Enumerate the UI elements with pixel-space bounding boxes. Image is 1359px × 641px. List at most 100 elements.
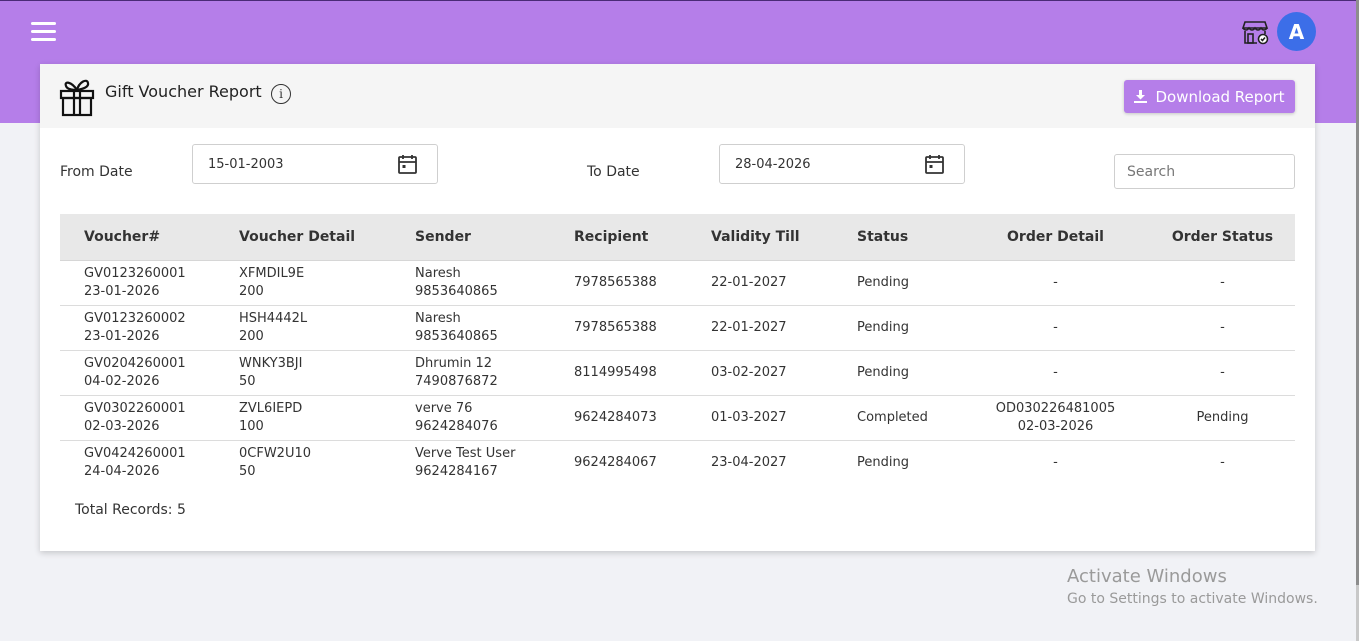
watermark-title: Activate Windows (1067, 566, 1227, 587)
to-date-input[interactable]: 28-04-2026 (719, 144, 965, 184)
voucher-cell: GV0123260001 23-01-2026 (60, 260, 215, 306)
order-status-cell: - (1150, 260, 1295, 306)
recipient-cell: 7978565388 (550, 305, 687, 351)
recipient-cell: 9624284067 (574, 454, 657, 470)
voucher-code: XFMDIL9E (239, 265, 305, 281)
order-detail-cell: - (961, 305, 1150, 351)
sender-name: Naresh (415, 265, 461, 281)
sender-cell: Naresh 9853640865 (391, 305, 550, 351)
recipient-cell: 9624284073 (550, 395, 687, 441)
voucher-amount: 50 (239, 463, 256, 479)
sender-cell: verve 76 9624284076 (391, 395, 550, 441)
sender-name: verve 76 (415, 400, 473, 416)
validity-cell: 22-01-2027 (687, 305, 833, 351)
order-id: - (1053, 454, 1058, 470)
order-status-cell: Pending (1150, 395, 1295, 441)
calendar-icon[interactable] (925, 154, 944, 174)
status-cell: Pending (857, 454, 909, 470)
voucher-cell: GV0302260001 02-03-2026 (60, 395, 215, 441)
voucher-amount: 50 (239, 373, 256, 389)
order-detail-cell: - (961, 350, 1150, 396)
download-report-label: Download Report (1155, 87, 1285, 106)
recipient-cell: 8114995498 (550, 350, 687, 396)
calendar-icon[interactable] (398, 154, 417, 174)
status-cell: Pending (833, 305, 961, 351)
search-input[interactable] (1114, 154, 1295, 189)
voucher-amount: 200 (239, 328, 264, 344)
voucher-cell: GV0424260001 24-04-2026 (60, 440, 215, 485)
sender-phone: 9853640865 (415, 328, 498, 344)
validity-cell: 23-04-2027 (711, 454, 787, 470)
page-title: Gift Voucher Report (105, 82, 262, 101)
download-icon (1134, 90, 1148, 103)
voucher-date: 04-02-2026 (84, 373, 160, 389)
voucher-detail-cell: WNKY3BJI 50 (215, 350, 391, 396)
recipient-cell: 7978565388 (550, 260, 687, 306)
status-cell: Pending (833, 350, 961, 396)
windows-activation-watermark: Activate Windows Go to Settings to activ… (1067, 566, 1318, 607)
order-status-cell: - (1220, 454, 1225, 470)
voucher-code: 0CFW2U10 (239, 445, 312, 461)
voucher-number: GV0302260001 (84, 400, 186, 416)
store-settings-icon[interactable] (1241, 19, 1270, 45)
column-header-validity[interactable]: Validity Till (687, 214, 833, 261)
sender-name: Verve Test User (415, 445, 516, 461)
voucher-detail-cell: ZVL6IEPD 100 (215, 395, 391, 441)
sender-name: Dhrumin 12 (415, 355, 493, 371)
column-header-status[interactable]: Status (833, 214, 961, 261)
column-header-voucher[interactable]: Voucher# (60, 214, 215, 261)
download-report-button[interactable]: Download Report (1124, 80, 1295, 113)
voucher-detail-cell: 0CFW2U10 50 (215, 440, 391, 485)
total-records: Total Records: 5 (75, 502, 186, 518)
voucher-amount: 200 (239, 283, 264, 299)
validity-cell: 22-01-2027 (687, 260, 833, 306)
validity-cell: 01-03-2027 (687, 395, 833, 441)
to-date-label: To Date (587, 164, 640, 180)
voucher-number: GV0424260001 (84, 445, 186, 461)
table-row: GV0123260002 23-01-2026 HSH4442L 200 Nares… (60, 305, 1295, 351)
voucher-code: ZVL6IEPD (239, 400, 303, 416)
column-header-sender[interactable]: Sender (391, 214, 550, 261)
from-date-label: From Date (60, 164, 133, 180)
info-icon[interactable]: i (271, 84, 291, 104)
from-date-input[interactable]: 15-01-2003 (192, 144, 438, 184)
order-detail-cell: - (961, 260, 1150, 306)
to-date-value: 28-04-2026 (735, 157, 811, 172)
card-header: Gift Voucher Report i Download Report (40, 64, 1315, 128)
column-header-order-status[interactable]: Order Status (1150, 214, 1295, 261)
sender-phone: 9853640865 (415, 283, 498, 299)
column-header-order-detail[interactable]: Order Detail (961, 214, 1150, 261)
voucher-date: 23-01-2026 (84, 328, 160, 344)
voucher-code: WNKY3BJI (239, 355, 303, 371)
voucher-number: GV0123260002 (84, 310, 186, 326)
voucher-code: HSH4442L (239, 310, 308, 326)
table-row: GV0424260001 24-04-2026 0CFW2U10 50 Verve … (60, 440, 1295, 485)
order-id: - (1053, 364, 1058, 380)
voucher-amount: 100 (239, 418, 264, 434)
order-detail-cell: OD030226481005 02-03-2026 (961, 395, 1150, 441)
order-date: 02-03-2026 (1017, 418, 1094, 434)
order-detail-cell: - (961, 440, 1150, 485)
hamburger-menu-icon[interactable] (31, 22, 56, 42)
sender-cell: Verve Test User 9624284167 (391, 440, 550, 485)
order-id: OD030226481005 (995, 400, 1116, 416)
order-status-cell: - (1150, 350, 1295, 396)
status-cell: Pending (833, 260, 961, 306)
gift-icon (59, 77, 95, 117)
order-id: - (1053, 319, 1058, 335)
voucher-date: 24-04-2026 (84, 463, 160, 479)
avatar[interactable]: A (1277, 12, 1316, 51)
report-card: Gift Voucher Report i Download Report Fr… (40, 64, 1315, 551)
column-header-voucher-detail[interactable]: Voucher Detail (215, 214, 391, 261)
table-header-row: Voucher# Voucher Detail Sender Recipient… (60, 214, 1295, 261)
column-header-recipient[interactable]: Recipient (550, 214, 687, 261)
watermark-subtitle: Go to Settings to activate Windows. (1067, 591, 1318, 607)
status-cell: Completed (833, 395, 961, 441)
voucher-number: GV0123260001 (84, 265, 186, 281)
menu-line (31, 38, 56, 41)
sender-phone: 9624284167 (415, 463, 498, 479)
order-id: - (1053, 274, 1058, 290)
sender-name: Naresh (415, 310, 461, 326)
voucher-detail-cell: XFMDIL9E 200 (215, 260, 391, 306)
voucher-cell: GV0123260002 23-01-2026 (60, 305, 215, 351)
